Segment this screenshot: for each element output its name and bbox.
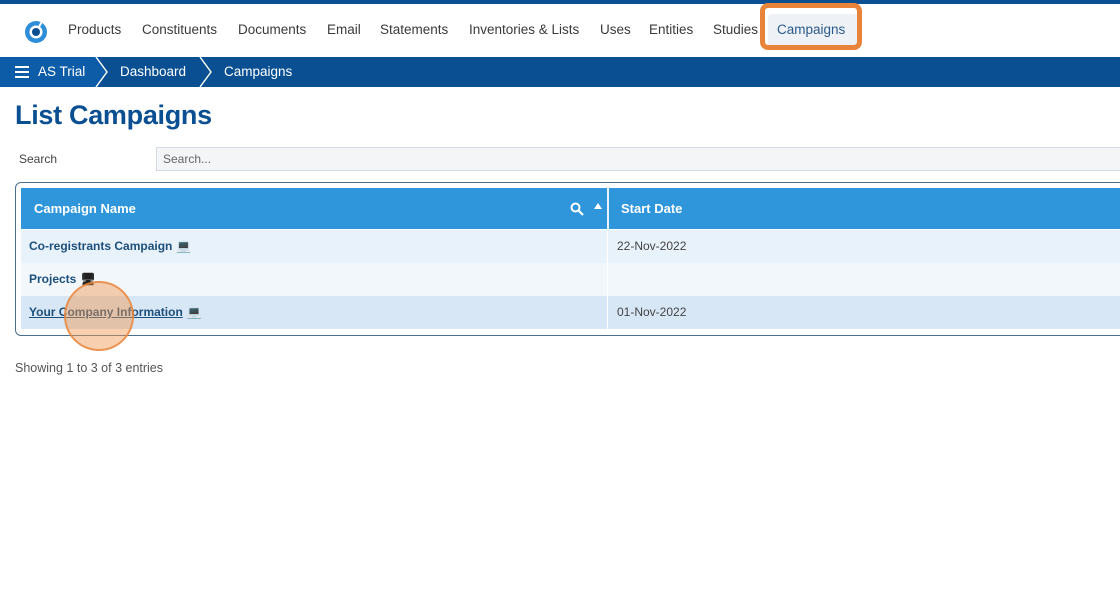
search-input[interactable] <box>156 147 1120 171</box>
search-label: Search <box>19 152 58 166</box>
start-date-cell: 01-Nov-2022 <box>617 305 687 319</box>
nav-email[interactable]: Email <box>327 22 361 37</box>
header-column-divider <box>607 188 609 229</box>
nav-products[interactable]: Products <box>68 22 121 37</box>
nav-statements[interactable]: Statements <box>380 22 448 37</box>
nav-constituents[interactable]: Constituents <box>142 22 217 37</box>
table-info-text: Showing 1 to 3 of 3 entries <box>15 361 164 375</box>
laptop-icon: 💻 <box>186 305 202 320</box>
monitor-icon: 🖥 <box>80 272 96 287</box>
breadcrumb-dashboard[interactable]: Dashboard <box>120 64 186 79</box>
breadcrumb-campaigns[interactable]: Campaigns <box>224 64 292 79</box>
column-divider <box>607 263 608 296</box>
sort-ascending-icon[interactable] <box>593 202 603 210</box>
campaign-name-link[interactable]: Co-registrants Campaign 💻 <box>29 230 191 263</box>
breadcrumb-separator-icon <box>199 57 212 87</box>
table-header: Campaign Name Start Date <box>21 188 1120 229</box>
search-icon[interactable] <box>570 202 584 216</box>
column-header-start-date[interactable]: Start Date <box>621 188 682 229</box>
nav-documents[interactable]: Documents <box>238 22 306 37</box>
campaign-name-link[interactable]: Projects 🖥 <box>29 263 96 296</box>
table-row[interactable]: Your Company Information 💻 01-Nov-2022 <box>21 296 1120 329</box>
table-row[interactable]: Projects 🖥 <box>21 263 1120 296</box>
campaign-name-link[interactable]: Your Company Information 💻 <box>29 296 202 329</box>
start-date-cell: 22-Nov-2022 <box>617 239 687 253</box>
breadcrumb-as-trial[interactable]: AS Trial <box>38 64 85 79</box>
nav-entities[interactable]: Entities <box>649 22 693 37</box>
top-navigation: Products Constituents Documents Email St… <box>0 4 1120 57</box>
column-divider <box>607 296 608 329</box>
breadcrumb-separator-icon <box>94 57 108 87</box>
app-logo-icon[interactable] <box>24 20 48 44</box>
breadcrumb: AS Trial Dashboard Campaigns <box>0 57 1120 87</box>
column-divider <box>607 230 608 263</box>
campaigns-highlight-box <box>760 3 862 50</box>
table-row[interactable]: Co-registrants Campaign 💻 22-Nov-2022 <box>21 230 1120 263</box>
page-title: List Campaigns <box>15 100 212 130</box>
column-header-campaign-name[interactable]: Campaign Name <box>34 188 136 229</box>
nav-studies[interactable]: Studies <box>713 22 758 37</box>
hamburger-icon[interactable] <box>15 66 29 78</box>
nav-inventories-lists[interactable]: Inventories & Lists <box>469 22 579 37</box>
nav-uses[interactable]: Uses <box>600 22 631 37</box>
laptop-icon: 💻 <box>176 239 192 254</box>
